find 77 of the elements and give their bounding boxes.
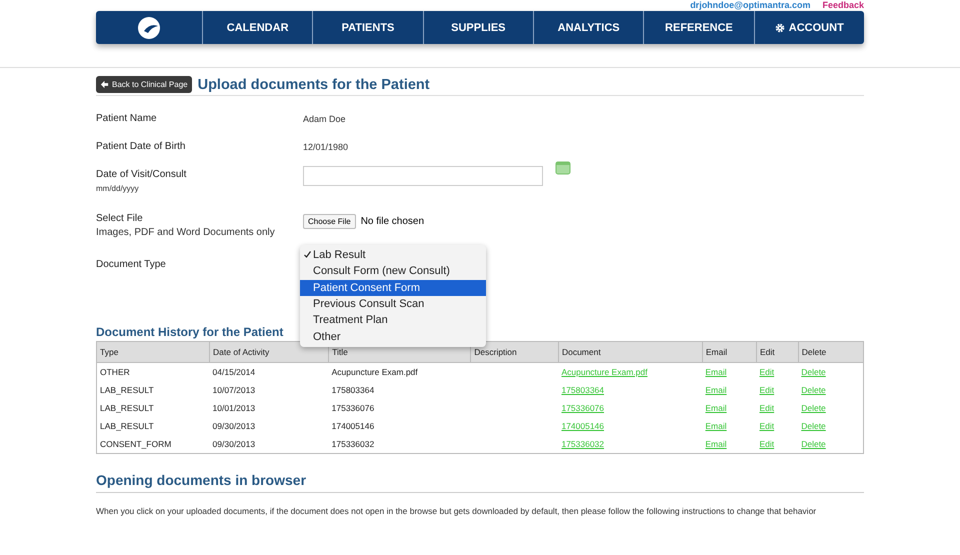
document-link[interactable]: Delete (801, 367, 826, 377)
table-cell: 175336076 (332, 403, 374, 413)
arrow-left-icon (100, 80, 109, 89)
table-cell: 10/07/2013 (212, 385, 256, 395)
field-label: Date of Visit/Consult (96, 168, 188, 182)
column-header: Type (96, 342, 210, 362)
column-header: Date of Activity (210, 342, 329, 362)
document-link[interactable]: Acupuncture Exam.pdf (561, 367, 648, 377)
field-hint: mm/dd/yyyy (96, 183, 140, 195)
document-link[interactable]: Edit (759, 367, 774, 377)
table-cell: 175803364 (332, 385, 374, 395)
field-value: Adam Doe (303, 113, 346, 126)
settings-icon (774, 22, 785, 32)
column-header: Email (702, 342, 756, 362)
document-link[interactable]: 175336032 (561, 439, 604, 449)
document-link[interactable]: Delete (801, 439, 826, 449)
checkmark-icon (304, 250, 311, 258)
calendar-icon[interactable] (555, 160, 571, 175)
choose-file-button[interactable]: Choose File (303, 214, 356, 229)
document-link[interactable]: Email (705, 367, 727, 377)
section-title: Opening documents in browser (96, 472, 864, 493)
date-field[interactable] (303, 166, 543, 186)
document-link[interactable]: 175803364 (561, 385, 604, 395)
nav-item[interactable]: ACCOUNT (754, 11, 864, 44)
document-link[interactable]: Email (705, 439, 727, 449)
account-address-link[interactable]: drjohndoe@optimantra.com (690, 0, 810, 11)
document-link[interactable]: Edit (759, 421, 774, 431)
menu-option[interactable]: Patient Consent Form (300, 280, 486, 296)
nav-item[interactable]: REFERENCE (644, 11, 755, 44)
document-link[interactable]: Email (705, 385, 727, 395)
document-link[interactable]: Email (705, 403, 727, 413)
field-label: Patient Date of Birth (96, 140, 186, 154)
menu-option[interactable]: Lab Result (300, 247, 486, 264)
table-cell: 174005146 (332, 421, 374, 431)
file-status: No file chosen (360, 215, 424, 229)
nav-item[interactable]: CALENDAR (203, 11, 314, 44)
instructions-text: When you click on your uploaded documents, if the document does not open in the browse but gets downloaded by default, then please follow the following instructions to change that behavior (96, 505, 818, 518)
table-cell: 09/30/2013 (212, 421, 256, 431)
table-cell: 175336032 (332, 439, 374, 449)
table-cell: 10/01/2013 (212, 403, 256, 413)
document-link[interactable]: Edit (759, 439, 774, 449)
field-value: 12/01/1980 (303, 141, 348, 154)
document-link[interactable]: Edit (759, 403, 774, 413)
document-link[interactable]: Delete (801, 403, 826, 413)
menu-option[interactable]: Consult Form (new Consult) (300, 263, 486, 280)
table-cell: 04/15/2014 (212, 367, 256, 377)
table-cell: LAB_RESULT (100, 385, 154, 395)
table-cell: 09/30/2013 (212, 439, 256, 449)
feedback-link[interactable]: Feedback (822, 0, 864, 11)
field-label: Document Type (96, 258, 167, 272)
column-header: Delete (798, 342, 864, 362)
field-hint: Images, PDF and Word Documents only (96, 226, 276, 240)
field-label: Patient Name (96, 112, 158, 126)
document-link[interactable]: 175336076 (561, 403, 604, 413)
document-link[interactable]: Email (705, 421, 727, 431)
menu-option[interactable]: Previous Consult Scan (300, 296, 486, 312)
section-title: Document History for the Patient (96, 325, 284, 339)
table-cell: LAB_RESULT (100, 421, 154, 431)
document-link[interactable]: 174005146 (561, 421, 604, 431)
document-link[interactable]: Edit (759, 385, 774, 395)
nav-item[interactable]: ANALYTICS (534, 11, 644, 44)
logo-icon[interactable] (138, 16, 160, 38)
column-header: Document (558, 342, 702, 362)
nav-item[interactable]: SUPPLIES (424, 11, 534, 44)
document-link[interactable]: Delete (801, 385, 826, 395)
table-cell: Acupuncture Exam.pdf (332, 367, 418, 377)
column-header: Description (470, 342, 558, 362)
page-title: Upload documents for the Patient (198, 76, 430, 92)
column-header: Edit (756, 342, 798, 362)
document-link[interactable]: Delete (801, 421, 826, 431)
back-button[interactable]: Back to Clinical Page (96, 76, 192, 93)
field-label: Select File (96, 212, 144, 226)
nav-item[interactable]: PATIENTS (313, 11, 424, 44)
menu-option[interactable]: Treatment Plan (300, 312, 486, 328)
table-cell: CONSENT_FORM (100, 439, 172, 449)
table-cell: LAB_RESULT (100, 403, 154, 413)
table-cell: OTHER (100, 367, 130, 377)
